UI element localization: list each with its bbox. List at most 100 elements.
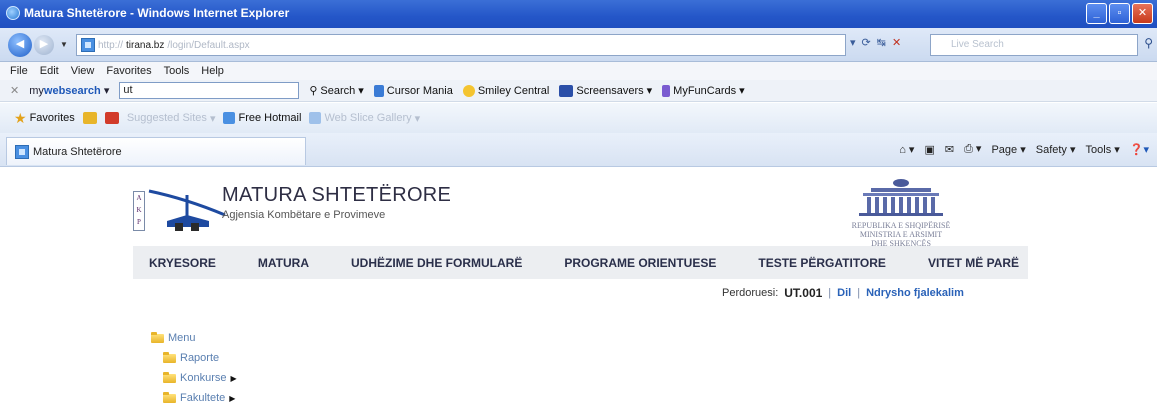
- screensavers-label: Screensavers: [576, 84, 644, 97]
- command-bar: ⌂ ▾ ▣ ✉ ⎙ ▾ Page ▾ Safety ▾ Tools ▾ ❓▾: [899, 142, 1149, 156]
- tree-item-raporte[interactable]: Raporte: [151, 348, 237, 368]
- nav-teste[interactable]: TESTE PËRGATITORE: [732, 256, 902, 270]
- user-info: Perdoruesi: UT.001 | Dil | Ndrysho fjale…: [722, 286, 964, 300]
- page-menu[interactable]: Page ▾: [991, 143, 1025, 156]
- nav-kryesore[interactable]: KRYESORE: [133, 256, 232, 270]
- go-icon[interactable]: ↹: [877, 36, 886, 49]
- folder-icon: [163, 371, 176, 383]
- safety-menu[interactable]: Safety ▾: [1036, 143, 1076, 156]
- search-icon[interactable]: ⚲: [1144, 36, 1153, 50]
- nav-udhezime[interactable]: UDHËZIME DHE FORMULARË: [325, 256, 538, 270]
- toolbar-search-button[interactable]: ⚲ Search ▾: [309, 84, 363, 98]
- folder-icon: [163, 351, 176, 363]
- expand-arrow-icon[interactable]: ▶: [229, 394, 235, 403]
- site-title: MATURA SHTETËRORE: [222, 184, 452, 206]
- address-input[interactable]: http:// tirana.bz /login/Default.aspx: [76, 34, 846, 56]
- help-icon[interactable]: ❓▾: [1130, 143, 1149, 156]
- toolbar-brand[interactable]: mywebsearch ▾: [29, 84, 109, 97]
- tools-menu[interactable]: Tools ▾: [1086, 143, 1120, 156]
- tree-root[interactable]: Menu: [151, 328, 237, 348]
- back-button[interactable]: ◀: [8, 33, 32, 57]
- tree-item-fakultete[interactable]: Fakultete ▶: [151, 388, 237, 408]
- close-button[interactable]: ✕: [1132, 3, 1153, 24]
- suggested-sites-link[interactable]: Suggested Sites ▾: [127, 112, 216, 125]
- live-search-input[interactable]: Live Search: [930, 34, 1138, 56]
- web-slice-gallery-link[interactable]: Web Slice Gallery ▾: [309, 112, 420, 125]
- toolbar-search-input[interactable]: ut: [119, 82, 300, 99]
- toolbar-search-label: Search: [320, 84, 356, 97]
- brand-prefix: my: [29, 85, 44, 97]
- toolbar-screensavers[interactable]: Screensavers ▾: [559, 84, 652, 97]
- folder-icon: [163, 391, 176, 403]
- logout-link[interactable]: Dil: [837, 287, 851, 299]
- web-slice-label: Web Slice Gallery: [324, 112, 412, 124]
- scale-icon: [148, 189, 226, 231]
- tree-root-label: Menu: [168, 332, 196, 344]
- magnifier-icon: ⚲: [309, 85, 318, 97]
- tab-title: Matura Shtetërore: [33, 145, 122, 158]
- menu-view[interactable]: View: [71, 65, 95, 77]
- refresh-icon[interactable]: ⟳: [862, 36, 871, 49]
- suggested-sites-icon: [104, 112, 119, 124]
- ministry-logo: REPUBLIKA E SHQIPËRISË MINISTRIA E ARSIM…: [836, 178, 966, 248]
- page-menu-label: Page: [991, 143, 1018, 156]
- tab-matura[interactable]: Matura Shtetërore: [6, 137, 306, 165]
- menu-file[interactable]: File: [10, 65, 28, 77]
- star-icon: ★: [14, 109, 27, 126]
- tab-page-icon: [15, 144, 29, 159]
- home-icon[interactable]: ⌂ ▾: [899, 143, 914, 156]
- brand-main: websearch: [43, 85, 101, 97]
- window-titlebar: Matura Shtetërore - Windows Internet Exp…: [0, 0, 1157, 28]
- stop-icon[interactable]: ✕: [892, 36, 901, 49]
- favorites-label: Favorites: [29, 112, 75, 124]
- toolbar-close-icon[interactable]: ✕: [10, 84, 19, 97]
- folder-icon: [151, 331, 164, 343]
- page-content: AKP MATURA SHTETËRORE Agjensia Kombëtare…: [0, 168, 1157, 410]
- user-label: Perdoruesi:: [722, 287, 779, 299]
- separator: |: [828, 287, 832, 299]
- menu-help[interactable]: Help: [201, 65, 224, 77]
- tree-item-label: Raporte: [180, 352, 220, 364]
- forward-button[interactable]: ▶: [34, 35, 54, 55]
- favorites-button[interactable]: ★ Favorites: [14, 110, 75, 127]
- feeds-icon[interactable]: ▣: [924, 143, 934, 156]
- smiley-central-label: Smiley Central: [477, 84, 550, 97]
- toolbar-cursor-mania[interactable]: Cursor Mania: [373, 84, 453, 97]
- change-password-link[interactable]: Ndrysho fjalekalim: [866, 287, 964, 299]
- history-dropdown-icon[interactable]: ▼: [60, 40, 68, 49]
- nav-matura[interactable]: MATURA: [232, 256, 325, 270]
- cursor-icon: [373, 84, 384, 97]
- nav-programe[interactable]: PROGRAME ORIENTUESE: [538, 256, 732, 270]
- window-title-text: Matura Shtetërore - Windows Internet Exp…: [24, 6, 290, 20]
- toolbar-smiley-central[interactable]: Smiley Central: [462, 84, 550, 97]
- read-mail-icon[interactable]: ✉: [945, 143, 954, 156]
- tree-item-label: Fakultete: [180, 392, 226, 404]
- minimize-button[interactable]: _: [1086, 3, 1107, 24]
- ministry-text: REPUBLIKA E SHQIPËRISË MINISTRIA E ARSIM…: [836, 221, 966, 248]
- compatibility-view-icon[interactable]: ▾: [850, 36, 856, 49]
- address-bar-row: ◀ ▶ ▼ http:// tirana.bz /login/Default.a…: [0, 28, 1157, 62]
- internet-explorer-icon: [6, 6, 20, 20]
- expand-arrow-icon[interactable]: ▶: [230, 374, 236, 383]
- menu-bar: File Edit View Favorites Tools Help: [0, 62, 1157, 80]
- url-prefix: http://: [98, 39, 124, 51]
- menu-tools[interactable]: Tools: [164, 65, 190, 77]
- menu-edit[interactable]: Edit: [40, 65, 59, 77]
- menu-favorites[interactable]: Favorites: [106, 65, 151, 77]
- tree-item-konkurse[interactable]: Konkurse ▶: [151, 368, 237, 388]
- add-favorite-icon[interactable]: [82, 112, 97, 124]
- user-id: UT.001: [784, 286, 823, 300]
- akp-letters: AKP: [133, 191, 145, 231]
- tools-menu-label: Tools: [1085, 143, 1112, 156]
- toolbar-myfuncards[interactable]: MyFunCards ▾: [662, 84, 745, 97]
- maximize-button[interactable]: ▫: [1109, 3, 1130, 24]
- free-hotmail-label: Free Hotmail: [238, 112, 302, 124]
- nav-vitet[interactable]: VITET MË PARË: [902, 256, 1035, 270]
- address-tools: ▾ ⟳ ↹ ✕: [850, 36, 901, 49]
- menu-tree: Menu Raporte Konkurse ▶ Fakultete ▶: [151, 328, 237, 408]
- ministry-name: REPUBLIKA E SHQIPËRISË MINISTRIA E ARSIM…: [851, 221, 951, 248]
- myfuncards-label: MyFunCards: [673, 84, 737, 97]
- cursor-mania-label: Cursor Mania: [386, 84, 453, 97]
- print-icon[interactable]: ⎙ ▾: [964, 142, 981, 156]
- free-hotmail-link[interactable]: Free Hotmail: [223, 112, 301, 124]
